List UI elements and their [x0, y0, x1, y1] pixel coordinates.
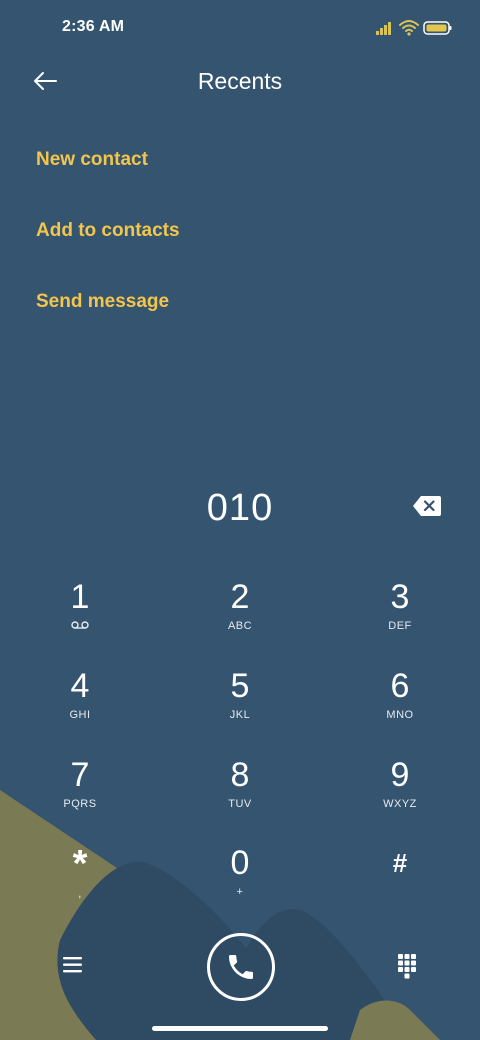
key-digit: 4 — [70, 667, 90, 705]
key-digit: 6 — [390, 667, 410, 705]
menu-button[interactable] — [58, 952, 88, 978]
key-5[interactable]: 5 JKL — [180, 666, 300, 746]
signal-icon — [376, 22, 391, 35]
key-digit: 0 — [230, 844, 250, 882]
key-letters: TUV — [228, 798, 252, 810]
key-letters: ABC — [227, 620, 253, 632]
key-digit: 1 — [70, 578, 90, 616]
new-contact-link[interactable]: New contact — [36, 149, 148, 171]
key-1[interactable]: 1 — [20, 577, 140, 657]
key-digit: 8 — [230, 756, 250, 794]
key-letters: DEF — [388, 620, 412, 632]
key-9[interactable]: 9 WXYZ — [340, 755, 460, 835]
key-0[interactable]: 0 + — [180, 843, 300, 923]
key-hash[interactable]: # — [340, 843, 460, 923]
key-4[interactable]: 4 GHI — [20, 666, 140, 746]
key-letters: + — [236, 886, 244, 898]
key-2[interactable]: 2 ABC — [180, 577, 300, 657]
status-time: 2:36 AM — [62, 18, 125, 35]
key-8[interactable]: 8 TUV — [180, 755, 300, 835]
status-bar: 2:36 AM — [0, 0, 480, 56]
key-letters — [20, 619, 140, 633]
key-digit: 7 — [70, 756, 90, 794]
backspace-button[interactable] — [412, 495, 442, 517]
key-letters: PQRS — [63, 798, 97, 810]
key-digit: 5 — [230, 667, 250, 705]
status-icons — [376, 20, 452, 36]
dialed-number: 010 — [206, 487, 274, 529]
app-header: Recents — [0, 56, 480, 108]
key-letters: MNO — [386, 709, 414, 721]
key-6[interactable]: 6 MNO — [340, 666, 460, 746]
key-letters: GHI — [69, 709, 91, 721]
phone-icon — [229, 955, 253, 979]
send-message-link[interactable]: Send message — [36, 291, 169, 313]
key-letters: JKL — [229, 709, 251, 721]
key-digit: # — [392, 848, 408, 878]
backspace-icon — [413, 496, 441, 516]
key-star[interactable]: * , — [20, 843, 140, 923]
key-digit: 9 — [390, 756, 410, 794]
voicemail-icon — [71, 621, 89, 629]
dialpad-toggle-button[interactable] — [394, 952, 420, 980]
dialpad-icon — [398, 954, 416, 979]
battery-icon — [423, 21, 452, 35]
key-digit: * — [72, 843, 88, 885]
call-button[interactable] — [207, 933, 275, 1001]
wifi-icon — [399, 20, 419, 32]
key-digit: 3 — [390, 578, 410, 616]
add-to-contacts-link[interactable]: Add to contacts — [36, 220, 180, 242]
key-7[interactable]: 7 PQRS — [20, 755, 140, 835]
key-3[interactable]: 3 DEF — [340, 577, 460, 657]
key-letters: , — [78, 888, 82, 900]
key-letters: WXYZ — [383, 798, 417, 810]
home-indicator[interactable] — [152, 1026, 328, 1031]
key-digit: 2 — [230, 578, 250, 616]
page-title: Recents — [197, 68, 283, 94]
hamburger-menu-icon — [63, 957, 82, 973]
